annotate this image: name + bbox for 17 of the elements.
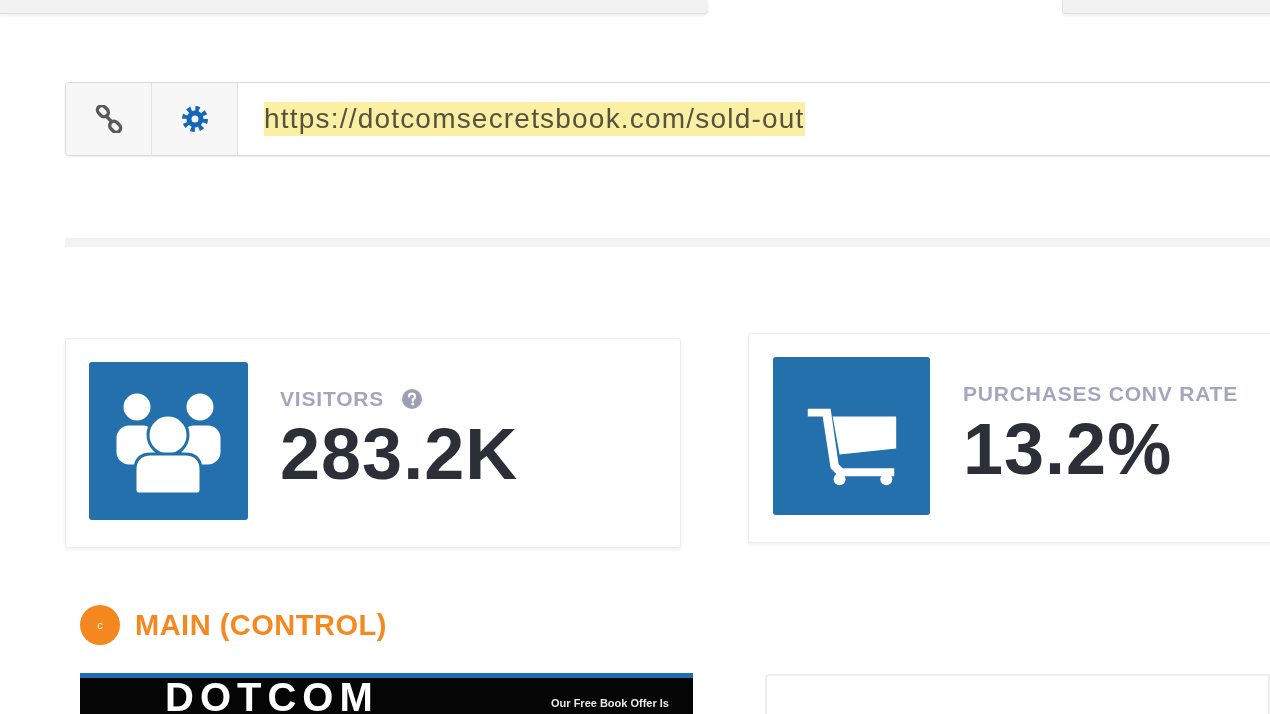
link-button[interactable] bbox=[66, 83, 152, 155]
stat-value: 283.2K bbox=[280, 414, 519, 494]
stat-label: VISITORS bbox=[280, 387, 385, 411]
url-field[interactable]: https://dotcomsecretsbook.com/sold-out bbox=[238, 83, 1270, 155]
variant-title: MAIN (CONTROL) bbox=[135, 608, 387, 642]
link-icon bbox=[94, 105, 123, 133]
gear-icon bbox=[181, 106, 208, 132]
variant-badge: c bbox=[80, 605, 120, 645]
url-text: https://dotcomsecretsbook.com/sold-out bbox=[264, 102, 805, 136]
preview-headline: DOTCOM bbox=[165, 678, 379, 714]
stat-label: PURCHASES CONV RATE bbox=[963, 382, 1238, 406]
preview-tagline: Our Free Book Offer Is bbox=[551, 696, 669, 710]
stat-value: 13.2% bbox=[963, 409, 1174, 489]
users-icon bbox=[89, 362, 248, 520]
cart-icon bbox=[772, 357, 931, 515]
help-icon[interactable] bbox=[402, 389, 423, 409]
settings-button[interactable] bbox=[152, 83, 238, 155]
